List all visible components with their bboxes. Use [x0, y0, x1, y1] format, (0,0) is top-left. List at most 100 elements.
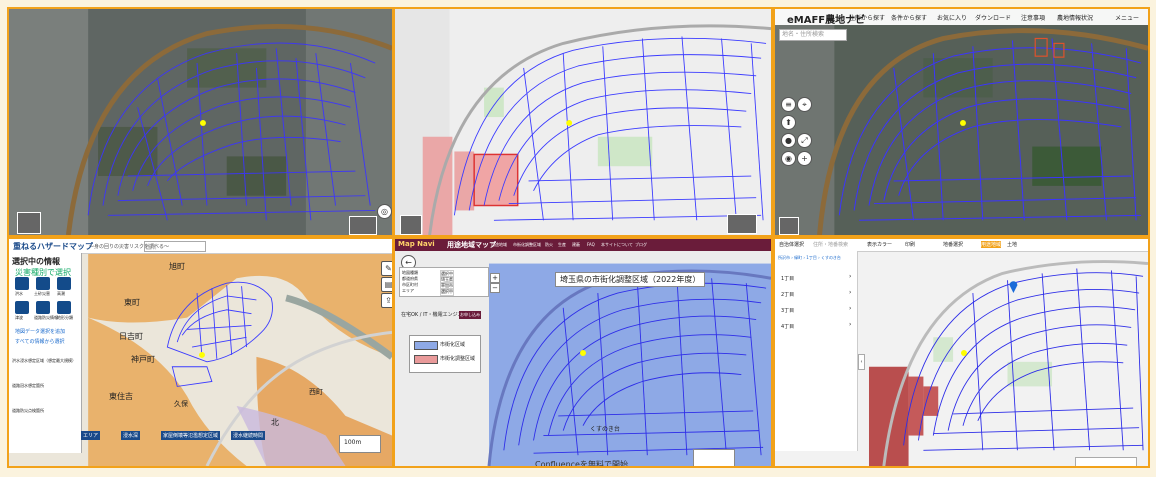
layer-item-1[interactable]: 洪水浸水想定区域（想定最大規模） [12, 358, 76, 364]
hazard-icon-tsunami[interactable] [15, 301, 29, 314]
legend-swatch-adjustment [414, 355, 438, 364]
hazard-legend-bar: エリア 浸水深 家屋倒壊等氾濫想定区域 浸水継続時間 [81, 431, 321, 441]
hazard-icon-flood[interactable] [15, 277, 29, 290]
hazard-icon-storm-surge[interactable] [57, 277, 71, 290]
zoning-nav-youto[interactable]: 用途地域 [491, 242, 507, 248]
legend-label-adjustment: 市街化調整区域 [440, 356, 476, 362]
parcel-list-item-1[interactable]: 1丁目 [781, 275, 794, 282]
emaff-nav-status[interactable]: 農地情報状況 [1057, 13, 1093, 22]
zoning-nav-chosei[interactable]: 市街化調整区域 [513, 242, 541, 248]
legend-area[interactable]: エリア [81, 431, 101, 440]
eye-icon[interactable]: ◉ [781, 151, 796, 166]
hazard-label-storm-surge: 高潮 [57, 291, 65, 296]
panel-emaff-3: eMAFF農地ナビ 住所から探す 条件から探す お気に入り ダウンロード 注意事… [773, 7, 1150, 237]
layer-item-2[interactable]: 道路冠水想定箇所 [12, 383, 44, 389]
hazard-label-tsunami: 津波 [15, 315, 23, 320]
parcel-breadcrumb[interactable]: 所沢市 › 緑町 › 1丁目 › くすのき台 [778, 255, 841, 261]
emaff-nav-menu[interactable]: メニュー [1115, 13, 1139, 22]
footer-ad[interactable]: Confluenceを無料で開始 [535, 459, 628, 466]
zoning-nav-faq[interactable]: FAQ [587, 242, 595, 247]
zoning-nav-about[interactable]: 本サイトについて [601, 242, 633, 248]
hazard-scale-box: 100m [339, 435, 381, 453]
legend-collapse[interactable]: 家屋倒壊等氾濫想定区域 [161, 431, 221, 440]
parcel-list-item-2[interactable]: 2丁目 [781, 291, 794, 298]
place-kita: 北 [271, 418, 279, 427]
toolbar-search[interactable]: 住所・地番検索 [813, 241, 848, 248]
zoning-nav-blog[interactable]: ブログ [635, 242, 647, 248]
place-higashisumiyoshi: 東住吉 [109, 392, 133, 401]
hazard-label-landslide: 土砂災害 [34, 291, 50, 296]
location-thumbnail[interactable] [727, 214, 757, 234]
zoom-out-button[interactable]: − [490, 283, 500, 293]
zoning-nav-coverage[interactable]: 建蔽 [572, 242, 580, 248]
toolbar-zoning[interactable]: 用途地域 [981, 241, 1002, 248]
hazard-icon-terrain[interactable] [57, 301, 71, 314]
scale-label: 100m [344, 439, 362, 446]
legend-label-urbanization: 市街化区域 [440, 342, 466, 348]
zoning-area-name: くすのき台 [590, 426, 620, 433]
add-map-data-link[interactable]: 地図データ選択を追加 [15, 328, 65, 335]
toolbar-print[interactable]: 印刷 [905, 241, 915, 248]
emaff-nav-conditions[interactable]: 条件から探す [891, 13, 927, 22]
toolbar-color[interactable]: 表示カラー [867, 241, 892, 248]
aerial-map-1[interactable] [9, 9, 392, 235]
promo-box: 在宅OK / IT・機電エンジニア案件 お申し込み [399, 309, 487, 325]
place-asahi: 旭町 [169, 262, 185, 271]
emaff-map[interactable] [775, 9, 1148, 235]
emaff-nav-address[interactable]: 住所から探す [849, 13, 885, 22]
marker-icon[interactable]: ● [781, 133, 796, 148]
legend-swatch-urbanization [414, 341, 438, 350]
hazard-icon-landslide[interactable] [36, 277, 50, 290]
zoom-in-button[interactable]: + [490, 273, 500, 283]
zoning-nav-production[interactable]: 生産 [558, 242, 566, 248]
collapse-handle[interactable]: ‹ [858, 354, 865, 370]
street-map-2[interactable] [395, 9, 771, 235]
form-value-area[interactable]: 選択中 [440, 288, 454, 296]
zoning-header: Map Navi 用途地域マップ 用途地域 市街化調整区域 防火 生産 建蔽 F… [395, 239, 771, 251]
emaff-nav-notes[interactable]: 注意事項 [1021, 13, 1045, 22]
emaff-nav-download[interactable]: ダウンロード [975, 13, 1011, 22]
toolbar-land[interactable]: 土地 [1007, 241, 1017, 248]
location-thumbnail[interactable] [349, 216, 377, 235]
hazard-label-flood: 洪水 [15, 291, 23, 296]
toolbar-municipality[interactable]: 自治体選択 [779, 241, 804, 248]
place-nishi: 西町 [309, 388, 323, 396]
chevron-right-icon: › [849, 289, 852, 296]
emaff-search-input[interactable]: 地名・住所検索 [779, 29, 847, 41]
hazard-right-toolbar: ✎ ▤ ⇪ [381, 253, 392, 313]
toolbar-parcel-select[interactable]: 地番選択 [943, 241, 963, 248]
promo-button[interactable]: お申し込み [459, 311, 481, 319]
zoning-form: 地図種類 選択中 都道府県 埼玉県 市区町村 草加市 エリア 選択中 [399, 267, 489, 297]
streetview-thumbnail[interactable] [400, 215, 422, 235]
zoom-in-icon[interactable]: + [797, 151, 812, 166]
compass-icon[interactable]: ◎ [377, 204, 392, 219]
streetview-thumbnail[interactable] [779, 217, 799, 235]
legend-depth[interactable]: 浸水深 [121, 431, 141, 440]
all-info-link[interactable]: すべての情報から選択 [15, 338, 64, 345]
emaff-nav-favorites[interactable]: お気に入り [937, 13, 967, 22]
zoning-map-title: 埼玉県の市街化調整区域（2022年度） [555, 272, 706, 287]
layer-item-3[interactable]: 道路防災点検箇所 [12, 408, 44, 414]
parcel-list-item-4[interactable]: 4丁目 [781, 323, 794, 330]
zoning-scale-box [693, 449, 735, 466]
hazard-title: 重ねるハザードマップ [13, 242, 93, 251]
location-icon[interactable]: ⌖ [797, 97, 812, 112]
streetview-thumbnail[interactable] [17, 212, 41, 234]
place-kobe: 神戸町 [131, 355, 155, 364]
hazard-search-input[interactable]: 住所 [144, 241, 206, 252]
place-hiyoshi: 日吉町 [119, 332, 143, 341]
legend-duration[interactable]: 浸水継続時間 [231, 431, 266, 440]
parcel-list-item-3[interactable]: 3丁目 [781, 307, 794, 314]
fullscreen-icon[interactable]: ⤢ [797, 133, 812, 148]
hazard-icon-road[interactable] [36, 301, 50, 314]
compass-icon[interactable]: ⬆ [781, 115, 796, 130]
selected-info-heading: 選択中の情報 [12, 257, 60, 266]
zoning-logo[interactable]: Map Navi [398, 240, 435, 248]
layers-icon[interactable]: ≡ [781, 97, 796, 112]
zoning-nav-fire[interactable]: 防火 [545, 242, 553, 248]
place-higashi: 東町 [124, 298, 140, 307]
hazard-header: 重ねるハザードマップ ～身の回りの災害リスクを調べる～ 住所 [9, 239, 392, 254]
form-label-area: エリア [402, 288, 414, 293]
panel-zoning-5: Map Navi 用途地域マップ 用途地域 市街化調整区域 防火 生産 建蔽 F… [393, 237, 773, 468]
hazard-side-panel: 選択中の情報 災害種別で選択 洪水 土砂災害 高潮 津波 道路防災情報 地形分類… [9, 253, 82, 453]
